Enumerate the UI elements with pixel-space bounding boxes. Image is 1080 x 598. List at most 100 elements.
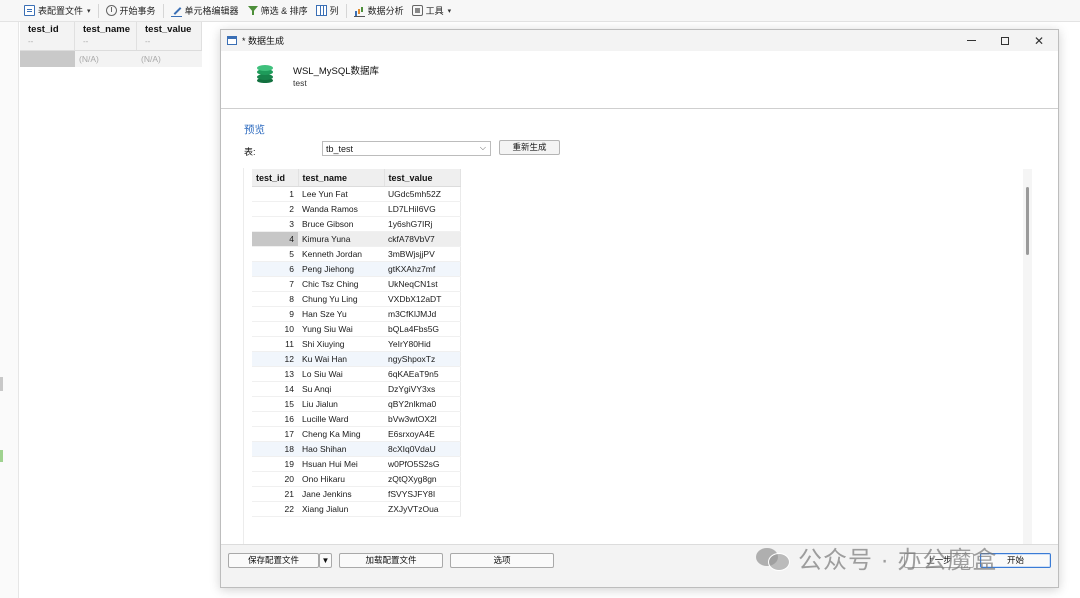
table-row[interactable]: (N/A) (N/A) — [20, 51, 202, 67]
table-row[interactable]: 16 Lucille Ward bVw3wtOX2l — [252, 411, 461, 427]
table-cell[interactable]: Kenneth Jordan — [298, 246, 384, 262]
table-cell[interactable]: Liu Jialun — [298, 396, 384, 412]
cell-editor-button[interactable]: 单元格编辑器 — [167, 2, 243, 20]
table-cell[interactable]: Bruce Gibson — [298, 216, 384, 232]
table-cell[interactable]: 5 — [252, 246, 298, 262]
table-cell[interactable]: Lee Yun Fat — [298, 186, 384, 202]
table-cell[interactable]: YeIrY80Hid — [384, 336, 461, 352]
table-cell[interactable]: Ono Hikaru — [298, 471, 384, 487]
table-row[interactable]: 8 Chung Yu Ling VXDbX12aDT — [252, 291, 461, 307]
table-cell[interactable]: Shi Xiuying — [298, 336, 384, 352]
dialog-titlebar[interactable]: * 数据生成 ✕ — [221, 30, 1058, 51]
table-cell[interactable]: 11 — [252, 336, 298, 352]
table-cell[interactable]: 19 — [252, 456, 298, 472]
table-row[interactable]: 3 Bruce Gibson 1y6shG7IRj — [252, 216, 461, 232]
table-cell[interactable]: Ku Wai Han — [298, 351, 384, 367]
table-cell[interactable]: Xiang Jialun — [298, 501, 384, 517]
table-row[interactable]: 12 Ku Wai Han ngyShpoxTz — [252, 351, 461, 367]
table-row[interactable]: 13 Lo Siu Wai 6qKAEaT9n5 — [252, 366, 461, 382]
load-profile-button[interactable]: 加载配置文件 — [339, 553, 443, 568]
table-cell[interactable]: Peng Jiehong — [298, 261, 384, 277]
minimize-button[interactable] — [954, 30, 988, 51]
save-profile-dropdown[interactable]: ▼ — [319, 553, 332, 568]
maximize-button[interactable] — [988, 30, 1022, 51]
table-cell[interactable]: 3mBWjsjjPV — [384, 246, 461, 262]
table-row[interactable]: 10 Yung Siu Wai bQLa4Fbs5G — [252, 321, 461, 337]
table-cell[interactable]: E6srxoyA4E — [384, 426, 461, 442]
table-cell[interactable]: 2 — [252, 201, 298, 217]
table-cell[interactable]: Chic Tsz Ching — [298, 276, 384, 292]
table-cell[interactable]: Chung Yu Ling — [298, 291, 384, 307]
table-cell[interactable]: 1 — [252, 186, 298, 202]
table-cell[interactable]: qBY2nlkma0 — [384, 396, 461, 412]
table-cell[interactable]: UkNeqCN1st — [384, 276, 461, 292]
table-cell[interactable]: 14 — [252, 381, 298, 397]
table-row[interactable]: 14 Su Anqi DzYgiVY3xs — [252, 381, 461, 397]
column-header-test-name[interactable]: test_name — [298, 169, 385, 187]
table-cell[interactable]: Su Anqi — [298, 381, 384, 397]
column-header-test-name[interactable]: test_name -- — [75, 22, 137, 50]
table-cell[interactable]: 3 — [252, 216, 298, 232]
table-cell[interactable]: 7 — [252, 276, 298, 292]
regenerate-button[interactable]: 重新生成 — [499, 140, 560, 155]
grid-cell[interactable]: (N/A) — [137, 51, 202, 67]
table-row[interactable]: 6 Peng Jiehong gtKXAhz7mf — [252, 261, 461, 277]
data-analysis-button[interactable]: 数据分析 — [350, 2, 408, 20]
table-cell[interactable]: m3CfKlJMJd — [384, 306, 461, 322]
table-cell[interactable]: gtKXAhz7mf — [384, 261, 461, 277]
save-profile-button[interactable]: 保存配置文件 — [228, 553, 319, 568]
table-cell[interactable]: 1y6shG7IRj — [384, 216, 461, 232]
table-cell[interactable]: Jane Jenkins — [298, 486, 384, 502]
table-cell[interactable]: bQLa4Fbs5G — [384, 321, 461, 337]
table-row[interactable]: 1 Lee Yun Fat UGdc5mh52Z — [252, 186, 461, 202]
table-cell[interactable]: Lucille Ward — [298, 411, 384, 427]
table-row[interactable]: 22 Xiang Jialun ZXJyVTzOua — [252, 501, 461, 517]
grid-cell[interactable] — [20, 51, 75, 67]
table-row[interactable]: 20 Ono Hikaru zQtQXyg8gn — [252, 471, 461, 487]
column-header-test-value[interactable]: test_value -- — [137, 22, 202, 50]
table-cell[interactable]: Kimura Yuna — [298, 231, 384, 247]
table-cell[interactable]: 16 — [252, 411, 298, 427]
table-cell[interactable]: UGdc5mh52Z — [384, 186, 461, 202]
table-cell[interactable]: fSVYSJFY8I — [384, 486, 461, 502]
table-row[interactable]: 19 Hsuan Hui Mei w0PfO5S2sG — [252, 456, 461, 472]
table-cell[interactable]: 10 — [252, 321, 298, 337]
table-cell[interactable]: 6 — [252, 261, 298, 277]
table-cell[interactable]: 18 — [252, 441, 298, 457]
table-select[interactable]: tb_test ⌵ — [322, 141, 491, 156]
table-cell[interactable]: 21 — [252, 486, 298, 502]
table-cell[interactable]: bVw3wtOX2l — [384, 411, 461, 427]
table-row[interactable]: 7 Chic Tsz Ching UkNeqCN1st — [252, 276, 461, 292]
table-cell[interactable]: Wanda Ramos — [298, 201, 384, 217]
table-cell[interactable]: w0PfO5S2sG — [384, 456, 461, 472]
table-row[interactable]: 21 Jane Jenkins fSVYSJFY8I — [252, 486, 461, 502]
table-cell[interactable]: Hao Shihan — [298, 441, 384, 457]
table-cell[interactable]: LD7LHiI6VG — [384, 201, 461, 217]
table-cell[interactable]: 20 — [252, 471, 298, 487]
table-cell[interactable]: 8 — [252, 291, 298, 307]
table-cell[interactable]: 4 — [252, 231, 298, 247]
table-row[interactable]: 15 Liu Jialun qBY2nlkma0 — [252, 396, 461, 412]
table-cell[interactable]: DzYgiVY3xs — [384, 381, 461, 397]
table-row[interactable]: 5 Kenneth Jordan 3mBWjsjjPV — [252, 246, 461, 262]
table-row[interactable]: 11 Shi Xiuying YeIrY80Hid — [252, 336, 461, 352]
options-button[interactable]: 选项 — [450, 553, 554, 568]
tools-button[interactable]: 工具 ▾ — [408, 2, 456, 20]
scrollbar-thumb[interactable] — [1026, 187, 1029, 255]
table-cell[interactable]: ZXJyVTzOua — [384, 501, 461, 517]
table-cell[interactable]: Yung Siu Wai — [298, 321, 384, 337]
table-cell[interactable]: Lo Siu Wai — [298, 366, 384, 382]
columns-button[interactable]: 列 — [312, 2, 343, 20]
column-header-test-id[interactable]: test_id — [252, 169, 299, 187]
preview-scrollbar[interactable] — [1023, 169, 1032, 546]
grid-cell[interactable]: (N/A) — [75, 51, 137, 67]
begin-transaction-button[interactable]: 开始事务 — [102, 2, 160, 20]
table-cell[interactable]: 22 — [252, 501, 298, 517]
column-header-test-value[interactable]: test_value — [384, 169, 461, 187]
table-cell[interactable]: Hsuan Hui Mei — [298, 456, 384, 472]
table-row[interactable]: 2 Wanda Ramos LD7LHiI6VG — [252, 201, 461, 217]
table-cell[interactable]: zQtQXyg8gn — [384, 471, 461, 487]
table-cell[interactable]: Cheng Ka Ming — [298, 426, 384, 442]
table-row[interactable]: 18 Hao Shihan 8cXIq0VdaU — [252, 441, 461, 457]
table-cell[interactable]: 8cXIq0VdaU — [384, 441, 461, 457]
